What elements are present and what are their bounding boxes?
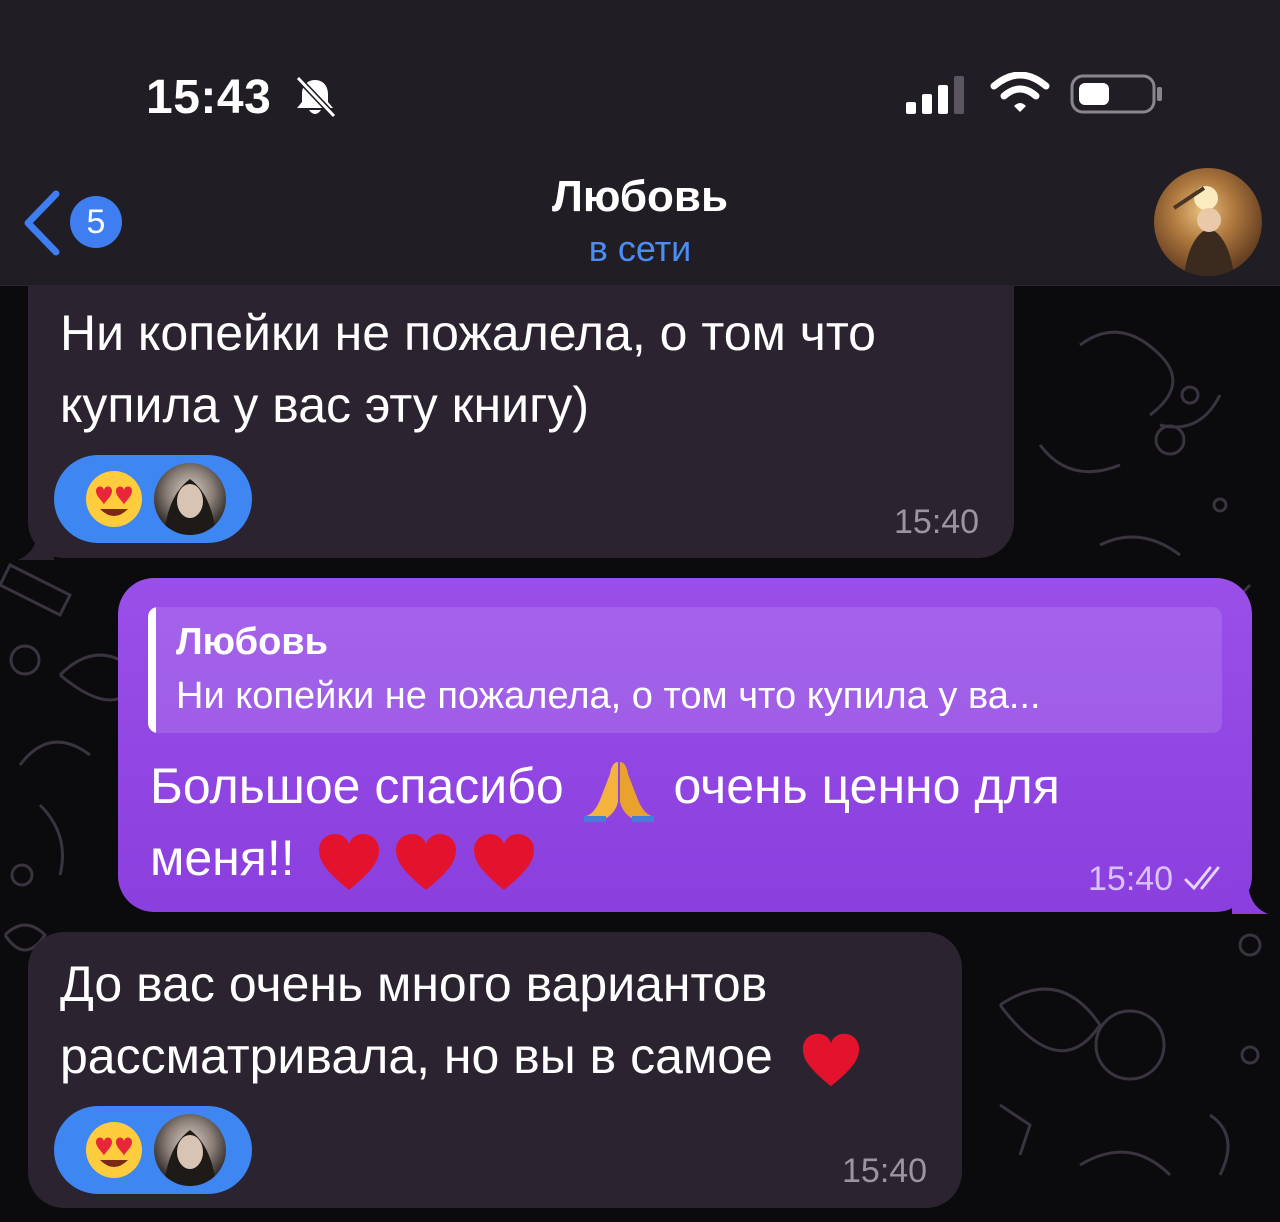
red-heart-emoji-icon: [802, 1033, 859, 1087]
message-time: 15:40: [842, 1152, 928, 1190]
reaction-user-avatar: [154, 463, 226, 535]
message-line: рассматривала, но вы в самое: [60, 1020, 861, 1092]
reply-author: Любовь: [176, 621, 329, 663]
bubble-tail: [1232, 880, 1268, 914]
reaction-chip[interactable]: [54, 455, 252, 543]
signal-icon: [906, 76, 964, 114]
contact-name[interactable]: Любовь: [0, 172, 1280, 222]
reply-quote[interactable]: Любовь Ни копейки не пожалела, о том что…: [148, 607, 1222, 733]
message-line-1: Большое спасибо очень ценно для: [150, 750, 1060, 822]
reaction-user-avatar: [154, 1114, 226, 1186]
heart-eyes-emoji-icon: [86, 1122, 142, 1178]
red-heart-emoji-icon: [474, 833, 535, 890]
message-text: меня!!: [150, 830, 295, 886]
message-text: Большое спасибо: [150, 758, 564, 814]
status-time: 15:43: [146, 71, 272, 124]
bell-slash-icon: [295, 76, 337, 118]
avatar-photo: [1172, 186, 1234, 276]
praying-hands-emoji-icon: [583, 761, 654, 822]
chat-header: 15:43 5 Любовь в сети: [0, 0, 1280, 286]
battery-icon: [1070, 74, 1162, 114]
red-heart-emoji-icon: [318, 833, 379, 890]
incoming-message[interactable]: До вас очень много вариантов рассматрива…: [28, 932, 962, 1208]
contact-avatar[interactable]: [1154, 168, 1262, 276]
message-time: 15:40: [894, 503, 980, 541]
message-text: очень ценно для: [673, 758, 1060, 814]
red-heart-emoji-icon: [396, 833, 457, 890]
contact-status: в сети: [588, 228, 692, 269]
message-time: 15:40: [1088, 860, 1174, 898]
message-line: купила у вас эту книгу): [60, 377, 589, 433]
message-text: рассматривала, но вы в самое: [60, 1028, 773, 1084]
heart-eyes-emoji-icon: [86, 471, 142, 527]
bubble-tail: [18, 526, 54, 560]
message-line: До вас очень много вариантов: [60, 956, 768, 1012]
reply-quote-bar: [148, 607, 156, 733]
message-line-2: меня!!: [150, 822, 536, 894]
double-check-icon: [1184, 866, 1220, 891]
incoming-message[interactable]: Ни копейки не пожалела, о том что купила…: [28, 285, 1014, 558]
message-line: Ни копейки не пожалела, о том что: [60, 305, 876, 361]
wifi-icon: [990, 72, 1050, 112]
reaction-chip[interactable]: [54, 1106, 252, 1194]
reply-text: Ни копейки не пожалела, о том что купила…: [176, 675, 1041, 717]
